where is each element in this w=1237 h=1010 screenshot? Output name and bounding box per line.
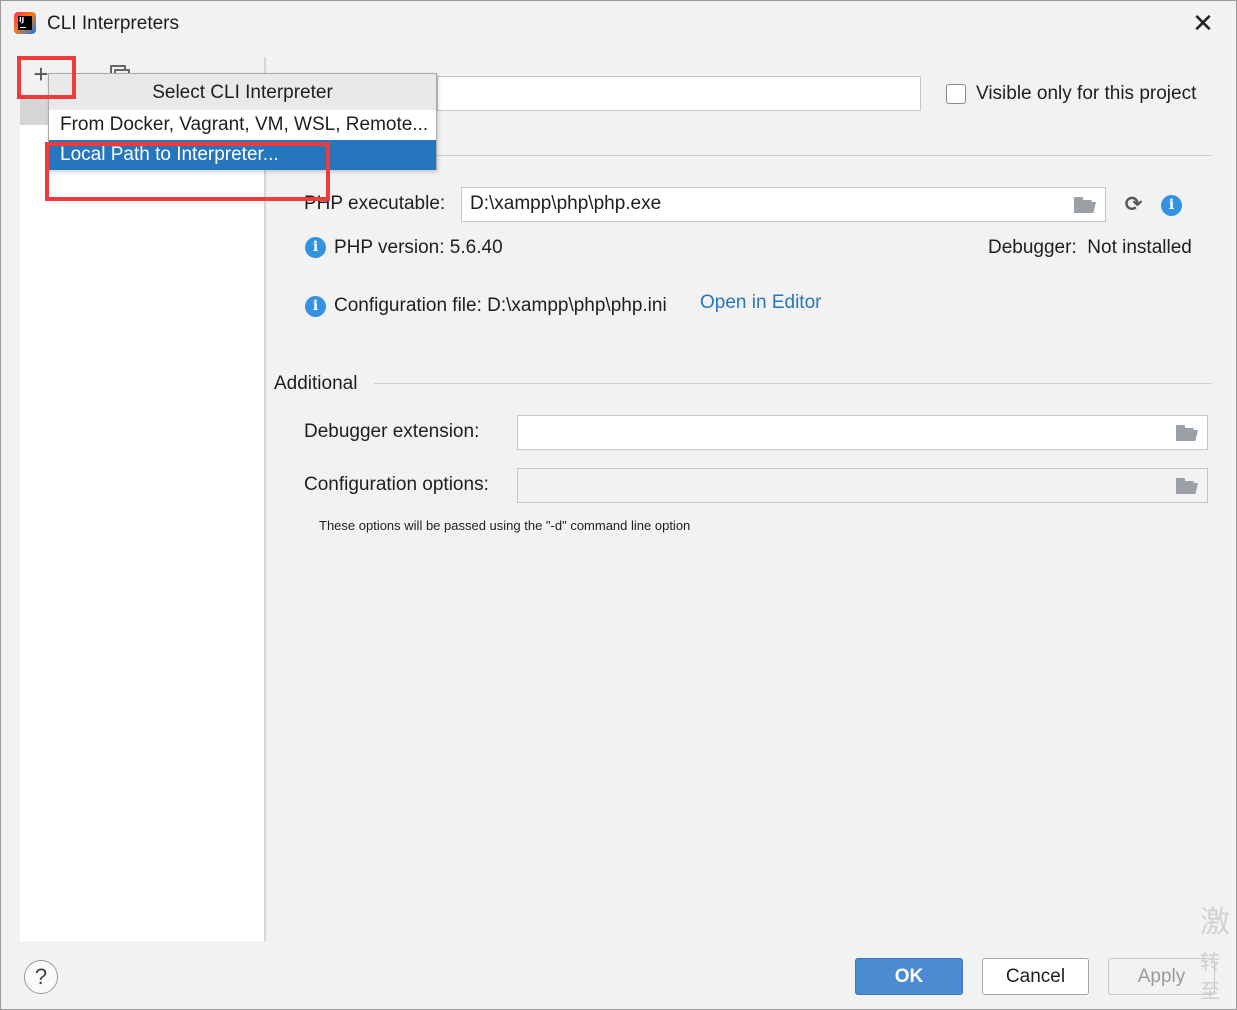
configuration-options-label: Configuration options: xyxy=(304,474,489,495)
cli-interpreters-dialog: IJ CLI Interpreters ✕ + Select CLI Inter… xyxy=(0,0,1237,1010)
debugger-extension-label: Debugger extension: xyxy=(304,421,480,442)
interpreter-list[interactable] xyxy=(20,97,264,941)
title-bar: IJ CLI Interpreters ✕ xyxy=(1,1,1236,47)
cancel-button[interactable]: Cancel xyxy=(982,958,1089,995)
php-executable-value: D:\xampp\php\php.exe xyxy=(470,193,662,214)
general-separator xyxy=(437,155,1212,156)
close-icon[interactable]: ✕ xyxy=(1190,10,1216,37)
help-button[interactable]: ? xyxy=(24,960,58,994)
browse-folder-icon[interactable] xyxy=(1176,478,1198,494)
open-in-editor-link[interactable]: Open in Editor xyxy=(700,292,821,314)
additional-separator xyxy=(374,383,1212,384)
menu-item-remote[interactable]: From Docker, Vagrant, VM, WSL, Remote... xyxy=(49,110,436,140)
intellij-logo-icon: IJ xyxy=(14,12,36,34)
visible-only-label: Visible only for this project xyxy=(976,83,1197,104)
apply-button[interactable]: Apply xyxy=(1108,958,1215,995)
configuration-options-field[interactable] xyxy=(517,468,1208,503)
browse-folder-icon[interactable] xyxy=(1074,197,1096,213)
configuration-options-note: These options will be passed using the "… xyxy=(319,518,691,533)
dialog-title: CLI Interpreters xyxy=(47,13,179,34)
watermark-text: 激 xyxy=(1200,906,1230,939)
highlight-local-path-item xyxy=(45,142,330,201)
php-version-text: PHP version: 5.6.40 xyxy=(334,237,503,258)
configuration-file-text: Configuration file: D:\xampp\php\php.ini xyxy=(334,295,667,316)
popup-title: Select CLI Interpreter xyxy=(49,74,436,110)
browse-folder-icon[interactable] xyxy=(1176,425,1198,441)
info-icon: i xyxy=(305,237,326,258)
additional-section-title: Additional xyxy=(274,373,358,394)
debugger-extension-field[interactable] xyxy=(517,415,1208,450)
info-icon: i xyxy=(305,296,326,317)
watermark-subtext: 转至 xyxy=(1200,952,1220,1003)
php-executable-field[interactable]: D:\xampp\php\php.exe xyxy=(461,187,1106,222)
visible-only-checkbox[interactable] xyxy=(946,84,966,104)
refresh-icon[interactable]: ⟳ xyxy=(1123,194,1144,215)
ok-button[interactable]: OK xyxy=(855,958,963,995)
highlight-add-button xyxy=(17,56,76,99)
debugger-status-text: Debugger: Not installed xyxy=(988,237,1192,258)
interpreter-name-input[interactable] xyxy=(437,76,921,111)
info-icon[interactable]: i xyxy=(1161,195,1182,216)
